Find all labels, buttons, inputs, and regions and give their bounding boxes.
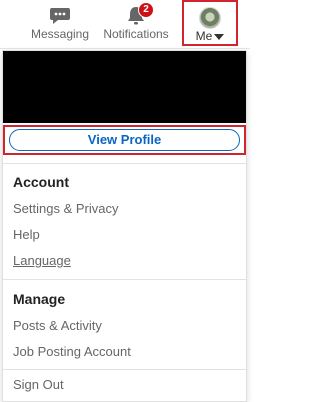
nav-messaging[interactable]: Messaging — [28, 0, 92, 48]
nav-notifications[interactable]: 2 Notifications — [100, 0, 172, 48]
me-label: Me — [195, 29, 213, 43]
divider — [3, 163, 246, 164]
profile-banner — [3, 51, 246, 123]
manage-heading: Manage — [13, 291, 66, 307]
notifications-label: Notifications — [103, 27, 169, 41]
me-menu-button[interactable]: Me — [182, 0, 238, 46]
view-profile-highlight: View Profile — [3, 125, 246, 155]
posts-activity-link[interactable]: Posts & Activity — [13, 318, 102, 333]
notification-count-badge: 2 — [138, 2, 154, 18]
messaging-label: Messaging — [30, 27, 90, 41]
avatar — [199, 7, 221, 29]
language-link[interactable]: Language — [13, 253, 71, 268]
top-navigation: Messaging 2 Notifications Me — [0, 0, 250, 49]
account-heading: Account — [13, 174, 69, 190]
messaging-icon — [49, 6, 71, 26]
me-label-wrapper: Me — [184, 29, 236, 43]
job-posting-account-link[interactable]: Job Posting Account — [13, 344, 131, 359]
sign-out-link[interactable]: Sign Out — [13, 377, 64, 392]
divider — [3, 369, 246, 370]
settings-privacy-link[interactable]: Settings & Privacy — [13, 201, 119, 216]
view-profile-button[interactable]: View Profile — [9, 129, 240, 151]
help-link[interactable]: Help — [13, 227, 40, 242]
me-dropdown-menu: View Profile Account Settings & Privacy … — [2, 50, 247, 402]
caret-down-icon — [214, 33, 225, 40]
divider — [3, 279, 246, 280]
